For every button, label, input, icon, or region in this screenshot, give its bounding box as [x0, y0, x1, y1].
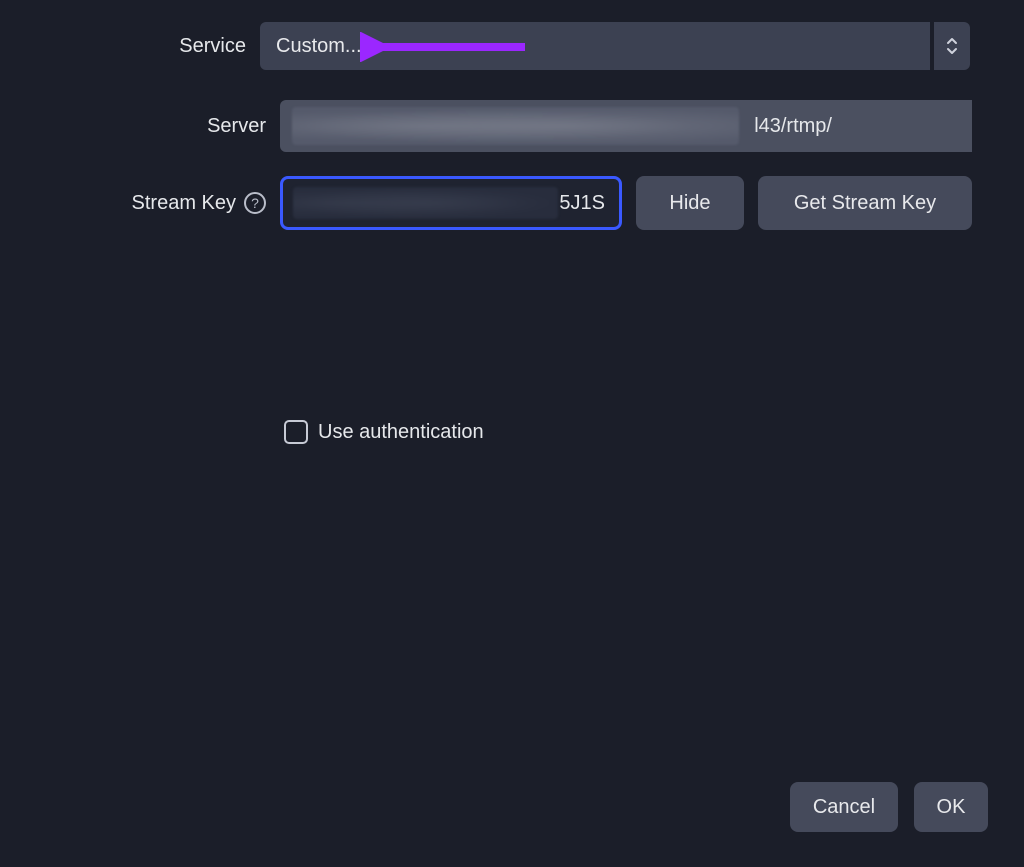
stream-key-value-visible-fragment: 5J1S [559, 192, 605, 215]
annotation-arrow-icon [360, 32, 530, 62]
server-label: Server [0, 115, 280, 138]
stream-key-label: Stream Key [132, 192, 236, 215]
service-select-value: Custom... [276, 35, 362, 58]
service-label: Service [0, 35, 260, 58]
cancel-button[interactable]: Cancel [790, 782, 898, 832]
stream-key-input[interactable]: 5J1S [280, 176, 622, 230]
server-value-visible-fragment: l43/rtmp/ [754, 115, 832, 138]
hide-button[interactable]: Hide [636, 176, 744, 230]
server-redacted-region [292, 107, 739, 145]
service-select-stepper[interactable] [934, 22, 970, 70]
get-stream-key-button[interactable]: Get Stream Key [758, 176, 972, 230]
server-input[interactable]: l43/rtmp/ [280, 100, 972, 152]
ok-button[interactable]: OK [914, 782, 988, 832]
use-auth-checkbox[interactable] [284, 420, 308, 444]
use-auth-label: Use authentication [318, 421, 484, 444]
help-icon[interactable]: ? [244, 192, 266, 214]
stream-key-redacted-region [293, 187, 558, 219]
